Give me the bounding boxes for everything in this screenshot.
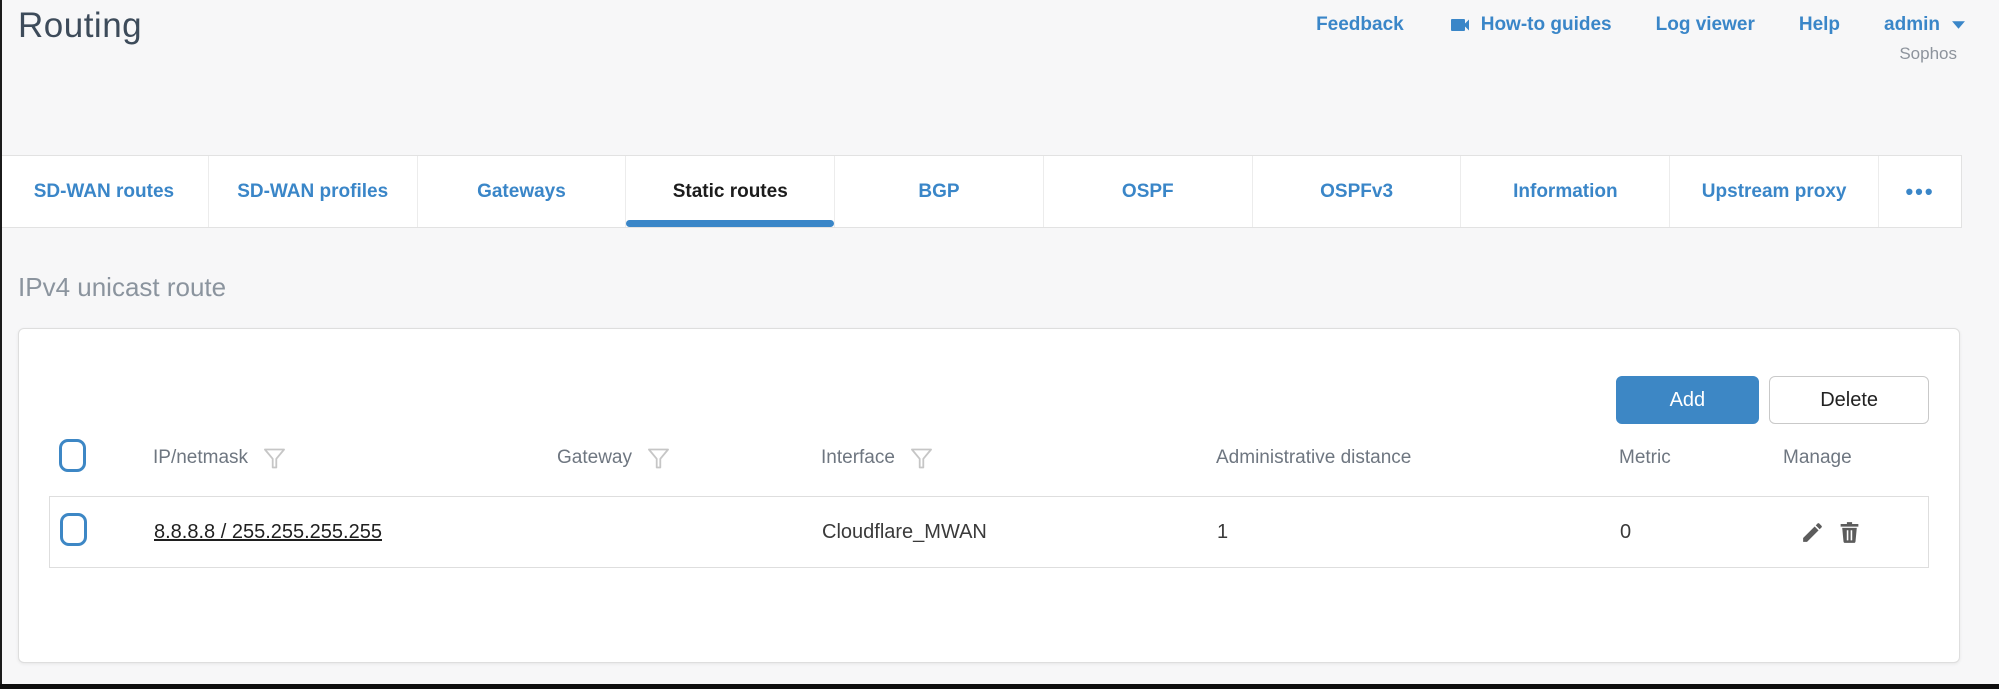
tab-label: Information <box>1513 181 1618 203</box>
tab-label: Gateways <box>477 181 566 203</box>
window-bottom-edge <box>0 684 1999 689</box>
tab-more[interactable]: ••• <box>1879 156 1961 227</box>
column-label: IP/netmask <box>153 447 248 469</box>
nav-link-admin-menu[interactable]: admin <box>1884 14 1966 36</box>
tab-ospf[interactable]: OSPF <box>1044 156 1253 227</box>
nav-link-feedback[interactable]: Feedback <box>1316 14 1404 36</box>
column-label: Administrative distance <box>1216 447 1411 469</box>
route-manage-cell <box>1784 520 1928 545</box>
routes-card: Add Delete IP/netmask Gateway Interface … <box>18 328 1960 663</box>
page-title: Routing <box>18 6 142 46</box>
table-body: 8.8.8.8 / 255.255.255.255 Cloudflare_MWA… <box>49 496 1929 568</box>
edit-pencil-icon[interactable] <box>1800 520 1825 545</box>
delete-button[interactable]: Delete <box>1769 376 1929 424</box>
tab-label: Static routes <box>673 181 788 203</box>
nav-link-help[interactable]: Help <box>1799 14 1840 36</box>
card-toolbar: Add Delete <box>49 376 1929 424</box>
tab-label: BGP <box>918 181 959 203</box>
tab-ospfv3[interactable]: OSPFv3 <box>1253 156 1462 227</box>
nav-link-how-to-guides[interactable]: How-to guides <box>1448 13 1612 37</box>
route-interface: Cloudflare_MWAN <box>822 521 1217 544</box>
column-label: Interface <box>821 447 895 469</box>
caret-down-icon <box>1951 20 1966 30</box>
table-header-row: IP/netmask Gateway Interface Administrat… <box>49 434 1929 482</box>
route-metric: 0 <box>1620 521 1784 544</box>
nav-link-label: How-to guides <box>1481 14 1612 36</box>
column-label: Metric <box>1619 447 1671 469</box>
tab-label: ••• <box>1905 179 1934 205</box>
column-label: Gateway <box>557 447 632 469</box>
header-checkbox-cell <box>49 439 153 477</box>
row-checkbox-cell <box>50 513 154 551</box>
tab-bgp[interactable]: BGP <box>835 156 1044 227</box>
tab-label: Upstream proxy <box>1702 181 1847 203</box>
brand-label: Sophos <box>1899 44 1957 64</box>
nav-link-label: Feedback <box>1316 14 1404 36</box>
tab-label: OSPF <box>1122 181 1174 203</box>
table-row: 8.8.8.8 / 255.255.255.255 Cloudflare_MWA… <box>49 496 1929 568</box>
column-header-interface[interactable]: Interface <box>821 445 1216 472</box>
tab-static-routes[interactable]: Static routes <box>626 156 835 227</box>
nav-link-log-viewer[interactable]: Log viewer <box>1656 14 1755 36</box>
column-header-metric[interactable]: Metric <box>1619 447 1783 469</box>
add-button[interactable]: Add <box>1616 376 1760 424</box>
section-title: IPv4 unicast route <box>18 272 1999 303</box>
nav-link-label: Help <box>1799 14 1840 36</box>
delete-trash-icon[interactable] <box>1837 520 1862 545</box>
tab-bar: SD-WAN routes SD-WAN profiles Gateways S… <box>0 155 1962 228</box>
filter-icon[interactable] <box>645 445 672 472</box>
tab-label: SD-WAN profiles <box>237 181 388 203</box>
top-nav: Feedback How-to guides Log viewer Help a… <box>1316 13 1966 37</box>
video-camera-icon <box>1448 13 1472 37</box>
column-label: Manage <box>1783 447 1852 469</box>
tab-upstream-proxy[interactable]: Upstream proxy <box>1670 156 1879 227</box>
nav-link-label: admin <box>1884 14 1940 36</box>
filter-icon[interactable] <box>261 445 288 472</box>
column-header-ip-netmask[interactable]: IP/netmask <box>153 445 557 472</box>
column-header-gateway[interactable]: Gateway <box>557 445 821 472</box>
page-header: Routing Feedback How-to guides Log viewe… <box>0 0 1999 155</box>
window-left-edge <box>0 0 2 689</box>
select-all-checkbox[interactable] <box>59 439 86 472</box>
tab-information[interactable]: Information <box>1461 156 1670 227</box>
row-checkbox[interactable] <box>60 513 87 546</box>
tab-sd-wan-routes[interactable]: SD-WAN routes <box>0 156 209 227</box>
nav-link-label: Log viewer <box>1656 14 1755 36</box>
route-ip-netmask-link[interactable]: 8.8.8.8 / 255.255.255.255 <box>154 521 382 543</box>
filter-icon[interactable] <box>908 445 935 472</box>
tab-label: SD-WAN routes <box>34 181 174 203</box>
column-header-manage[interactable]: Manage <box>1783 447 1929 469</box>
tab-label: OSPFv3 <box>1320 181 1393 203</box>
column-header-administrative-distance[interactable]: Administrative distance <box>1216 447 1619 469</box>
route-admin-distance: 1 <box>1217 521 1620 544</box>
tab-gateways[interactable]: Gateways <box>418 156 627 227</box>
tab-sd-wan-profiles[interactable]: SD-WAN profiles <box>209 156 418 227</box>
